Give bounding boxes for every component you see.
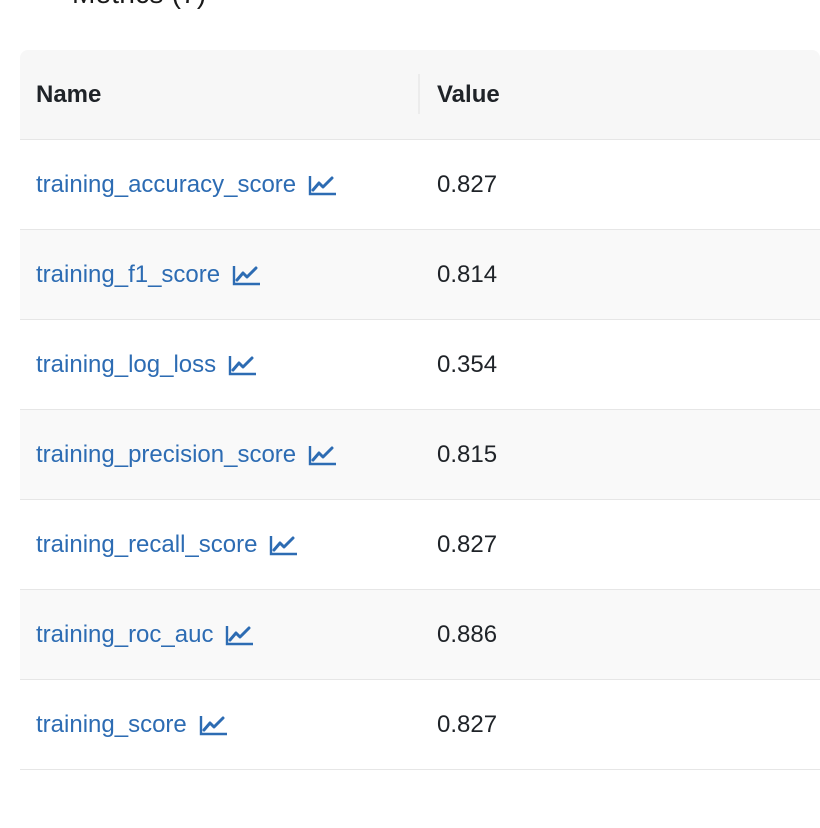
metric-value: 0.886 — [437, 620, 498, 648]
column-header-name[interactable]: Name — [36, 81, 101, 109]
metric-name-link[interactable]: training_log_loss — [36, 351, 216, 379]
metrics-table: Name Value training_accuracy_score 0.827 t… — [20, 50, 820, 770]
table-header: Name Value — [20, 50, 820, 140]
metrics-section-header[interactable]: Metrics (7) — [36, 0, 206, 10]
table-row: training_accuracy_score 0.827 — [20, 140, 820, 230]
line-chart-icon[interactable] — [308, 173, 338, 197]
metric-name-link[interactable]: training_accuracy_score — [36, 171, 296, 199]
column-header-value[interactable]: Value — [437, 81, 500, 109]
line-chart-icon[interactable] — [225, 623, 255, 647]
line-chart-icon[interactable] — [228, 353, 258, 377]
metric-name-link[interactable]: training_precision_score — [36, 441, 296, 469]
table-row: training_log_loss 0.354 — [20, 320, 820, 410]
metric-name-cell: training_precision_score — [36, 441, 338, 469]
table-row: training_score 0.827 — [20, 680, 820, 770]
table-row: training_f1_score 0.814 — [20, 230, 820, 320]
metric-name-cell: training_score — [36, 711, 229, 739]
line-chart-icon[interactable] — [269, 533, 299, 557]
metric-value: 0.354 — [437, 350, 498, 378]
metric-name-link[interactable]: training_f1_score — [36, 261, 220, 289]
metric-name-cell: training_recall_score — [36, 531, 299, 559]
metric-name-cell: training_roc_auc — [36, 621, 255, 649]
metric-name-link[interactable]: training_score — [36, 711, 187, 739]
line-chart-icon[interactable] — [232, 263, 262, 287]
column-resize-handle[interactable] — [418, 74, 420, 114]
metric-name-cell: training_accuracy_score — [36, 171, 338, 199]
metric-name-cell: training_log_loss — [36, 351, 258, 379]
metric-value: 0.827 — [437, 530, 498, 558]
metric-value: 0.814 — [437, 260, 498, 288]
metric-name-link[interactable]: training_recall_score — [36, 531, 257, 559]
line-chart-icon[interactable] — [199, 713, 229, 737]
table-row: training_recall_score 0.827 — [20, 500, 820, 590]
metric-value: 0.827 — [437, 710, 498, 738]
table-row: training_precision_score 0.815 — [20, 410, 820, 500]
table-row: training_roc_auc 0.886 — [20, 590, 820, 680]
line-chart-icon[interactable] — [308, 443, 338, 467]
section-title: Metrics (7) — [72, 0, 206, 10]
metric-name-cell: training_f1_score — [36, 261, 262, 289]
metric-value: 0.827 — [437, 170, 498, 198]
metric-value: 0.815 — [437, 440, 498, 468]
metric-name-link[interactable]: training_roc_auc — [36, 621, 213, 649]
